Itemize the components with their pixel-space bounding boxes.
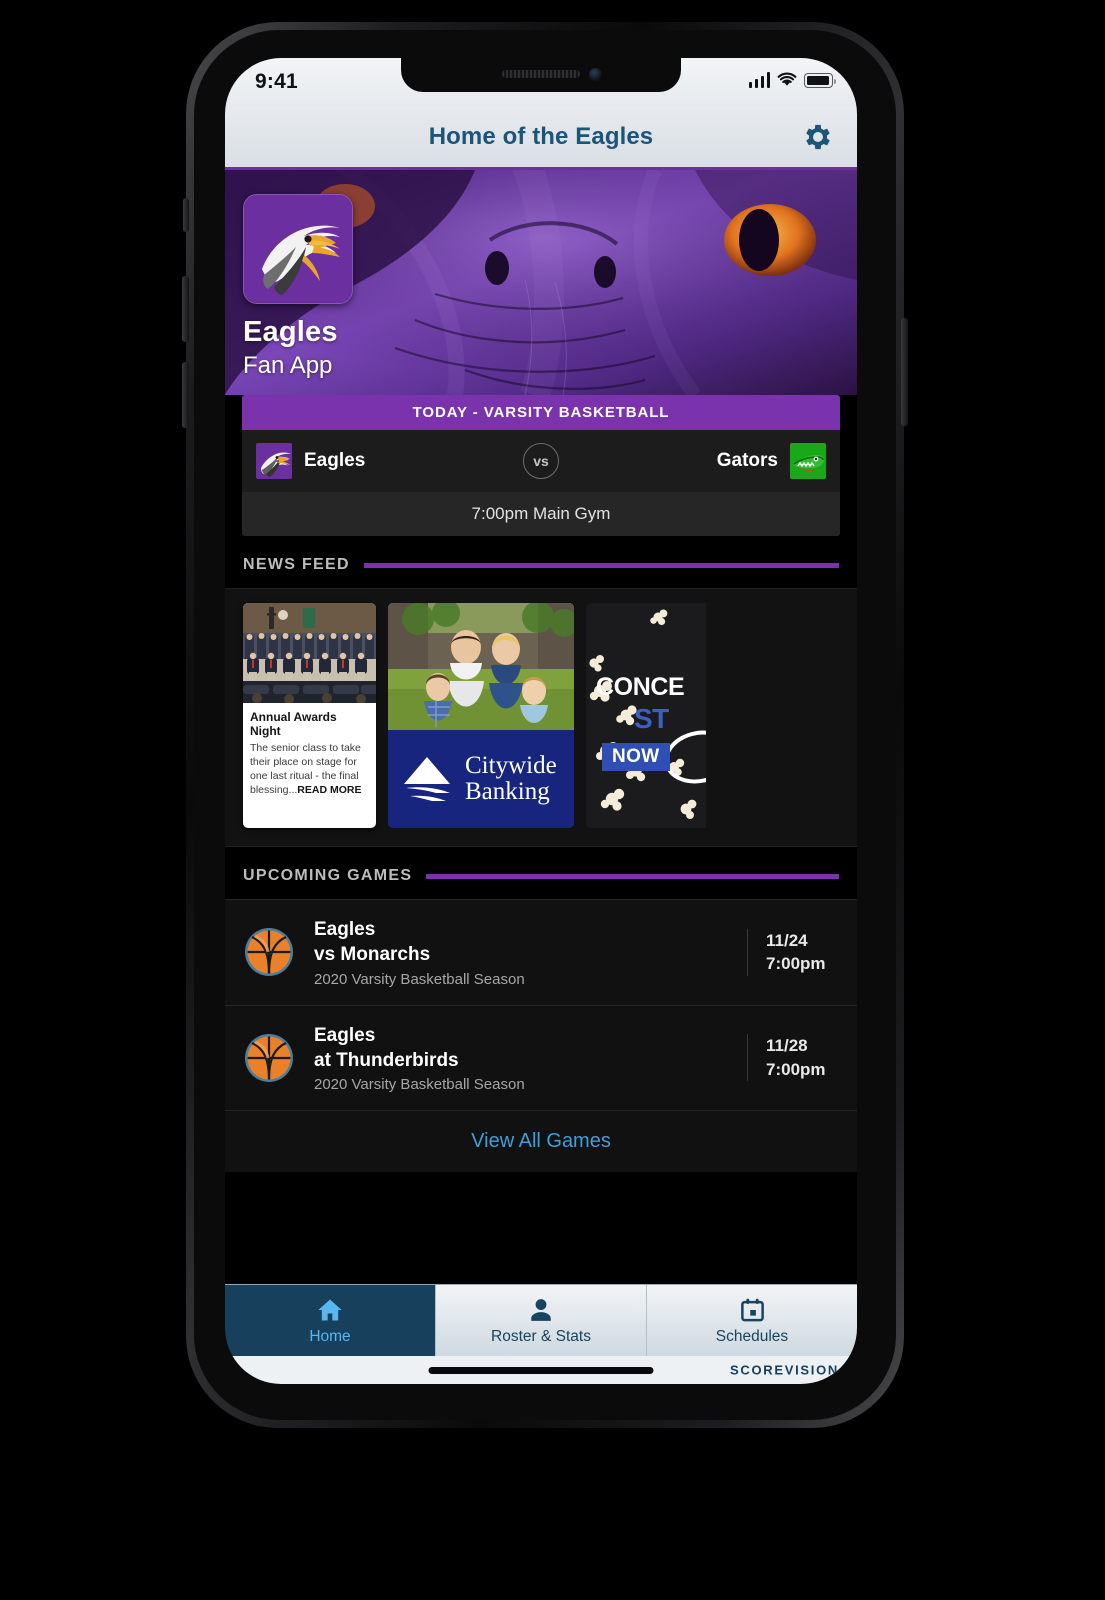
game-opponent: vs Monarchs	[314, 944, 431, 966]
wifi-icon	[777, 72, 797, 86]
nav-bar: Home of the Eagles	[225, 106, 857, 170]
vs-badge: vs	[523, 443, 559, 479]
basketball-icon	[245, 1033, 293, 1082]
tab-schedules-label: Schedules	[715, 1327, 789, 1345]
concession-now-badge: NOW	[602, 743, 670, 771]
citywide-banking-brand-block: Citywide Banking	[388, 730, 574, 828]
status-indicators	[748, 72, 837, 88]
game-time: 7:00pm	[766, 954, 826, 974]
home-indicator[interactable]	[428, 1366, 654, 1374]
news-card-article[interactable]: Annual Awards Night The senior class to …	[243, 603, 376, 828]
ad-card-concession-stand[interactable]: CONCE ST NOW	[586, 603, 706, 828]
volume-down-button[interactable]	[182, 362, 189, 428]
upcoming-games-title: UPCOMING GAMES	[243, 867, 413, 884]
news-card-row: Annual Awards Night The senior class to …	[225, 603, 857, 828]
game-datetime: 11/28 7:00pm	[747, 1034, 839, 1082]
concession-headline-1: CONCE	[596, 673, 685, 701]
awards-ceremony-photo	[243, 603, 376, 703]
news-card-title: Annual Awards Night	[250, 710, 337, 739]
upcoming-games-section-header: UPCOMING GAMES	[225, 847, 857, 899]
today-game-matchup: Eagles vs Gators	[242, 430, 840, 492]
gators-logo	[790, 443, 826, 479]
eagles-logo	[256, 443, 292, 479]
news-feed-strip[interactable]: Annual Awards Night The senior class to …	[225, 588, 857, 847]
cellular-bars-icon	[748, 72, 770, 88]
game-season: 2020 Varsity Basketball Season	[314, 970, 525, 988]
home-team: Eagles	[256, 443, 484, 479]
game-team: Eagles	[314, 1024, 376, 1046]
page-title: Home of the Eagles	[428, 122, 654, 150]
section-divider-rule	[363, 562, 839, 568]
calendar-icon	[739, 1296, 766, 1324]
brand-line-1: Citywide	[465, 752, 557, 780]
app-scroll-body[interactable]: Eagles Fan App TODAY - VARSITY BASKETBAL…	[225, 170, 857, 1284]
hero-subtitle: Fan App	[243, 352, 333, 379]
home-team-name: Eagles	[304, 450, 366, 471]
scorevision-brand: SCOREVISION	[730, 1362, 839, 1378]
game-datetime: 11/24 7:00pm	[747, 928, 839, 976]
news-feed-section-header: NEWS FEED	[225, 536, 857, 588]
notch	[401, 58, 681, 92]
game-team: Eagles	[314, 919, 376, 940]
game-info: Eagles at Thunderbirds 2020 Varsity Bask…	[314, 1023, 747, 1094]
home-icon	[315, 1296, 345, 1324]
earpiece-speaker	[502, 70, 580, 78]
game-time: 7:00pm	[766, 1059, 826, 1079]
eagle-head-logo	[243, 194, 353, 304]
status-time: 9:41	[255, 70, 298, 93]
news-feed-title: NEWS FEED	[243, 556, 350, 573]
phone-frame: 9:41 Home of the Eagles Eagles Fan App T…	[182, 22, 908, 1428]
tab-home-label: Home	[309, 1327, 351, 1345]
table-row[interactable]: Eagles vs Monarchs 2020 Varsity Basketba…	[225, 900, 857, 1006]
hero-banner: Eagles Fan App	[225, 170, 857, 395]
battery-icon	[804, 73, 837, 88]
today-game-card[interactable]: TODAY - VARSITY BASKETBALL Eagles vs Gat…	[242, 395, 840, 536]
person-icon	[528, 1296, 554, 1324]
citywide-triangle-logo	[404, 757, 450, 801]
away-team-name: Gators	[716, 450, 778, 471]
tab-schedules[interactable]: Schedules	[647, 1285, 857, 1356]
status-bar: 9:41	[225, 58, 857, 106]
home-indicator-area: SCOREVISION	[225, 1356, 857, 1384]
gear-icon[interactable]	[801, 120, 835, 154]
game-date: 11/28	[766, 1036, 808, 1056]
phone-screen: 9:41 Home of the Eagles Eagles Fan App T…	[225, 58, 857, 1384]
section-divider-rule	[426, 873, 839, 879]
game-season: 2020 Varsity Basketball Season	[314, 1076, 525, 1094]
news-card-text: Annual Awards Night The senior class to …	[243, 703, 376, 806]
upcoming-games-list: Eagles vs Monarchs 2020 Varsity Basketba…	[225, 899, 857, 1173]
bottom-tab-bar: Home Roster & Stats Schedules	[225, 1284, 857, 1356]
today-game-header: TODAY - VARSITY BASKETBALL	[242, 395, 840, 430]
family-on-lawn-photo	[388, 603, 574, 733]
news-card-body: The senior class to take their place on …	[250, 742, 369, 798]
basketball-icon	[245, 928, 293, 977]
read-more-link[interactable]: READ MORE	[297, 784, 361, 796]
tab-home[interactable]: Home	[225, 1285, 436, 1356]
table-row[interactable]: Eagles at Thunderbirds 2020 Varsity Bask…	[225, 1006, 857, 1112]
game-date: 11/24	[766, 930, 808, 950]
tab-roster-stats[interactable]: Roster & Stats	[436, 1285, 647, 1356]
hero-team-name: Eagles	[243, 316, 338, 348]
citywide-banking-name: Citywide Banking	[465, 753, 557, 805]
front-camera-icon	[589, 68, 602, 81]
away-team: Gators	[598, 443, 826, 479]
today-game-details: 7:00pm Main Gym	[242, 492, 840, 536]
game-info: Eagles vs Monarchs 2020 Varsity Basketba…	[314, 917, 747, 988]
view-all-games-link[interactable]: View All Games	[225, 1111, 857, 1173]
mute-switch[interactable]	[183, 198, 189, 232]
game-opponent: at Thunderbirds	[314, 1049, 459, 1071]
power-button[interactable]	[901, 318, 908, 426]
ad-card-citywide-banking[interactable]: Citywide Banking	[388, 603, 574, 828]
concession-headline-2: ST	[634, 703, 669, 734]
volume-up-button[interactable]	[182, 276, 189, 342]
brand-line-2: Banking	[465, 778, 550, 805]
tab-roster-stats-label: Roster & Stats	[491, 1327, 591, 1345]
